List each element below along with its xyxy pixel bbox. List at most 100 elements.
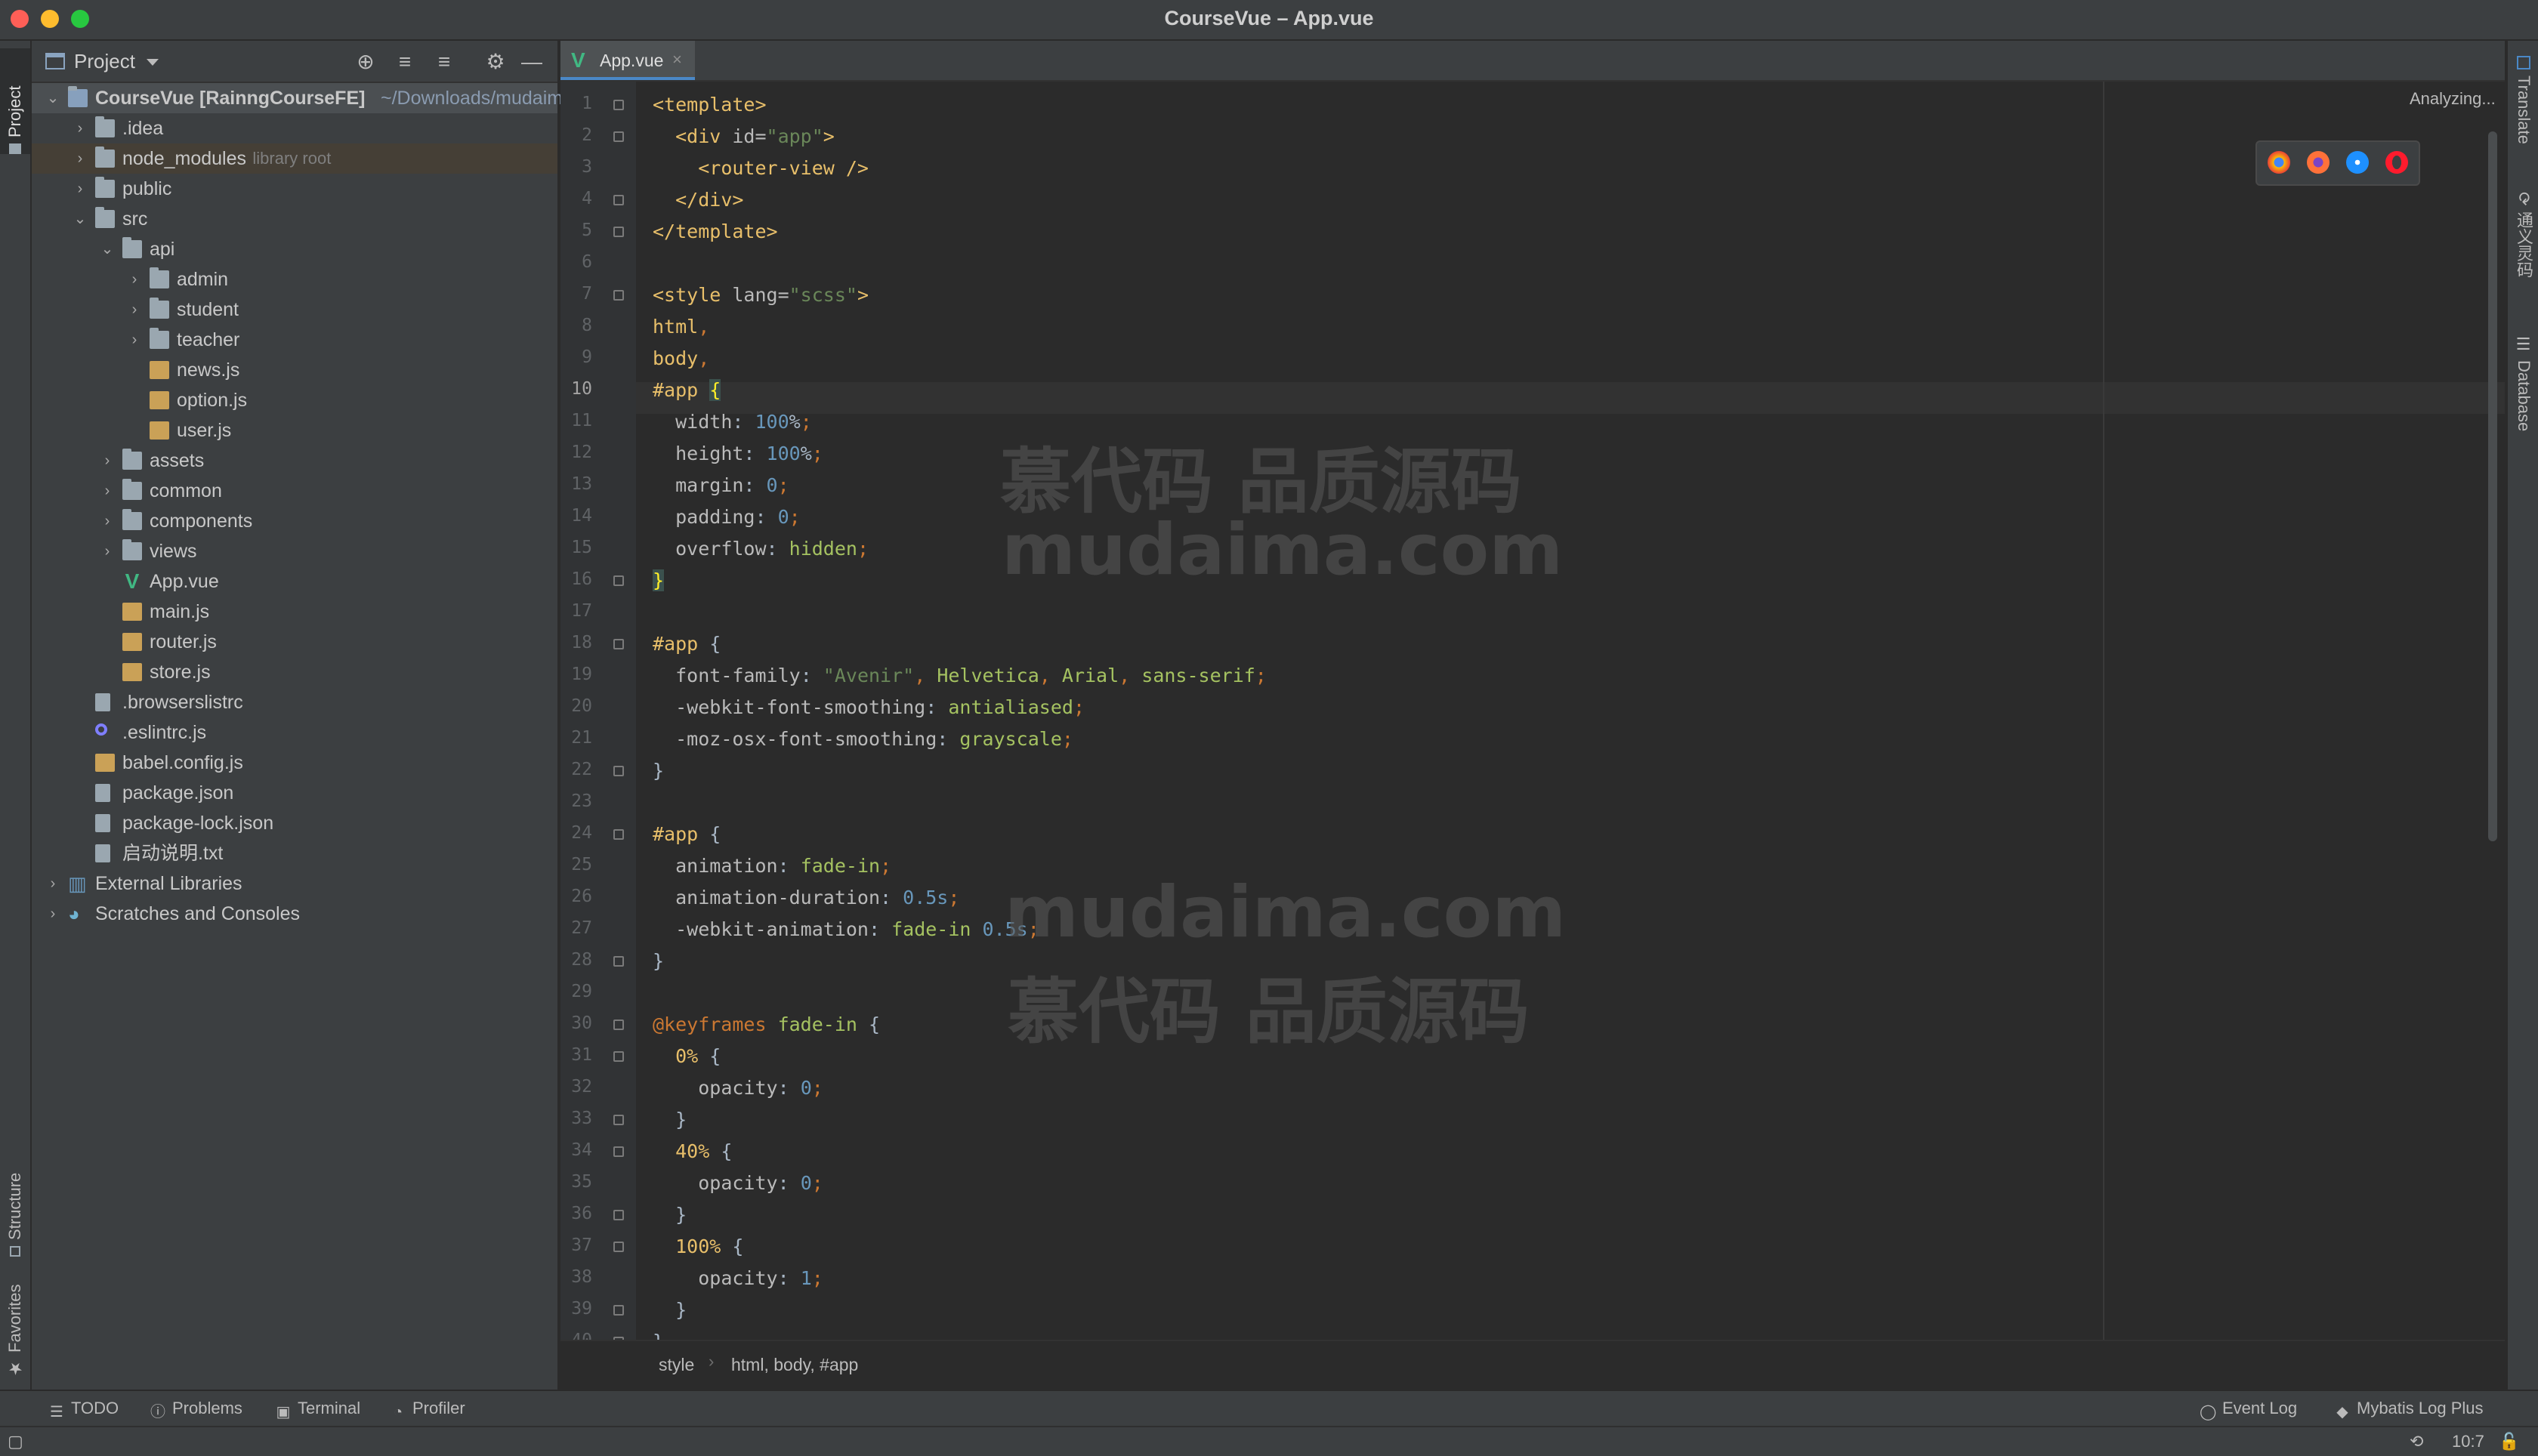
code-line[interactable]: width: 100%; bbox=[653, 406, 812, 438]
line-number[interactable]: 20 bbox=[565, 696, 592, 716]
breadcrumb-item[interactable]: style bbox=[659, 1355, 694, 1375]
code-line[interactable]: 0% { bbox=[653, 1041, 721, 1072]
line-number[interactable]: 3 bbox=[565, 157, 592, 177]
locate-icon[interactable]: ⊕ bbox=[354, 50, 378, 74]
tree-item[interactable]: › .idea bbox=[32, 113, 557, 143]
code-line[interactable]: <div id="app"> bbox=[653, 121, 835, 153]
code-line[interactable]: } bbox=[653, 1199, 687, 1231]
line-number[interactable]: 8 bbox=[565, 316, 592, 335]
todo-tool-button[interactable]: ☰ TODO bbox=[48, 1399, 119, 1421]
code-line[interactable]: } bbox=[653, 1104, 687, 1136]
tree-item[interactable]: news.js bbox=[32, 355, 557, 385]
safari-icon[interactable] bbox=[2346, 151, 2369, 174]
line-number[interactable]: 5 bbox=[565, 221, 592, 240]
code-line[interactable]: #app { bbox=[653, 628, 721, 660]
line-number[interactable]: 32 bbox=[565, 1077, 592, 1097]
tree-item[interactable]: › ▥ External Libraries bbox=[32, 868, 557, 899]
fold-marker-icon[interactable] bbox=[613, 1020, 624, 1030]
line-number[interactable]: 39 bbox=[565, 1299, 592, 1319]
line-number[interactable]: 22 bbox=[565, 760, 592, 779]
code-line[interactable]: opacity: 1; bbox=[653, 1263, 823, 1294]
code-line[interactable]: -webkit-font-smoothing: antialiased; bbox=[653, 692, 1085, 723]
code-line[interactable]: body, bbox=[653, 343, 709, 375]
code-line[interactable]: margin: 0; bbox=[653, 470, 789, 501]
tree-item[interactable]: › assets bbox=[32, 446, 557, 476]
collapse-all-icon[interactable]: ≡ bbox=[432, 50, 456, 74]
code-line[interactable]: <style lang="scss"> bbox=[653, 279, 869, 311]
line-number[interactable]: 21 bbox=[565, 728, 592, 748]
tree-item[interactable]: ⌄ src bbox=[32, 204, 557, 234]
code-line[interactable]: html, bbox=[653, 311, 709, 343]
line-number[interactable]: 6 bbox=[565, 252, 592, 272]
line-number[interactable]: 27 bbox=[565, 918, 592, 938]
chevron-down-icon[interactable] bbox=[147, 59, 159, 66]
line-number[interactable]: 13 bbox=[565, 474, 592, 494]
translate-tool-tab[interactable]: Translate bbox=[2511, 56, 2536, 184]
opera-icon[interactable] bbox=[2385, 151, 2408, 174]
code-line[interactable]: opacity: 0; bbox=[653, 1072, 823, 1104]
code-line[interactable]: font-family: "Avenir", Helvetica, Arial,… bbox=[653, 660, 1267, 692]
fold-marker-icon[interactable] bbox=[613, 1210, 624, 1220]
fold-marker-icon[interactable] bbox=[613, 100, 624, 110]
fold-marker-icon[interactable] bbox=[613, 639, 624, 649]
tree-item[interactable]: › public bbox=[32, 174, 557, 204]
chevron-right-icon[interactable]: › bbox=[127, 325, 142, 355]
vertical-scrollbar[interactable] bbox=[2488, 131, 2497, 841]
mybatis-log-button[interactable]: ◆ Mybatis Log Plus bbox=[2334, 1399, 2483, 1421]
tree-item[interactable]: router.js bbox=[32, 627, 557, 657]
line-number[interactable]: 34 bbox=[565, 1140, 592, 1160]
tree-item[interactable]: store.js bbox=[32, 657, 557, 687]
profiler-tool-button[interactable]: ◔ Profiler bbox=[390, 1399, 465, 1421]
fold-marker-icon[interactable] bbox=[613, 956, 624, 967]
gear-icon[interactable]: ⚙ bbox=[483, 50, 508, 74]
tree-item[interactable]: .browserslistrc bbox=[32, 687, 557, 717]
structure-tool-tab[interactable]: Structure bbox=[0, 1151, 30, 1257]
line-number[interactable]: 35 bbox=[565, 1172, 592, 1192]
chevron-right-icon[interactable]: › bbox=[100, 536, 115, 566]
hide-panel-icon[interactable]: — bbox=[520, 50, 544, 74]
favorites-tool-tab[interactable]: ★ Favorites bbox=[0, 1272, 30, 1377]
code-line[interactable]: } bbox=[653, 1294, 687, 1326]
chevron-right-icon[interactable]: › bbox=[100, 476, 115, 506]
tree-item[interactable]: .eslintrc.js bbox=[32, 717, 557, 748]
tree-item[interactable]: › student bbox=[32, 295, 557, 325]
layout-toggle-icon[interactable]: ▢ bbox=[8, 1432, 23, 1451]
tree-item[interactable]: › ◕ Scratches and Consoles bbox=[32, 899, 557, 929]
fold-marker-icon[interactable] bbox=[613, 195, 624, 205]
chrome-icon[interactable] bbox=[2268, 151, 2290, 174]
tree-item[interactable]: › components bbox=[32, 506, 557, 536]
code-line[interactable]: padding: 0; bbox=[653, 501, 801, 533]
line-number[interactable]: 12 bbox=[565, 443, 592, 462]
fold-marker-icon[interactable] bbox=[613, 227, 624, 237]
chevron-right-icon[interactable]: › bbox=[100, 446, 115, 476]
tree-item[interactable]: › admin bbox=[32, 264, 557, 295]
chevron-right-icon[interactable]: › bbox=[127, 264, 142, 295]
code-line[interactable]: height: 100%; bbox=[653, 438, 823, 470]
chevron-down-icon[interactable]: ⌄ bbox=[100, 234, 115, 264]
code-line[interactable]: #app { bbox=[653, 375, 721, 406]
line-number[interactable]: 10 bbox=[565, 379, 592, 399]
tree-item[interactable]: ⌄ CourseVue [RainngCourseFE] ~/Downloads/m… bbox=[32, 83, 573, 113]
database-tool-tab[interactable]: ☰ Database bbox=[2511, 335, 2536, 471]
tree-item[interactable]: › common bbox=[32, 476, 557, 506]
code-line[interactable]: <router-view /> bbox=[653, 153, 869, 184]
code-line[interactable]: 100% { bbox=[653, 1231, 743, 1263]
tree-item[interactable]: package.json bbox=[32, 778, 557, 808]
line-number[interactable]: 25 bbox=[565, 855, 592, 875]
line-number[interactable]: 15 bbox=[565, 538, 592, 557]
tree-item[interactable]: › views bbox=[32, 536, 557, 566]
chevron-right-icon[interactable]: › bbox=[100, 506, 115, 536]
fold-marker-icon[interactable] bbox=[613, 1051, 624, 1062]
line-number[interactable]: 31 bbox=[565, 1045, 592, 1065]
fold-marker-icon[interactable] bbox=[613, 1115, 624, 1125]
fold-marker-icon[interactable] bbox=[613, 1242, 624, 1252]
line-number[interactable]: 38 bbox=[565, 1267, 592, 1287]
tree-item[interactable]: 启动说明.txt bbox=[32, 838, 557, 868]
project-view-selector[interactable]: Project bbox=[74, 50, 135, 73]
tree-item[interactable]: › node_modules library root bbox=[32, 143, 557, 174]
line-number[interactable]: 17 bbox=[565, 601, 592, 621]
line-number[interactable]: 28 bbox=[565, 950, 592, 970]
code-line[interactable]: opacity: 0; bbox=[653, 1168, 823, 1199]
line-number[interactable]: 4 bbox=[565, 189, 592, 208]
line-number[interactable]: 1 bbox=[565, 94, 592, 113]
